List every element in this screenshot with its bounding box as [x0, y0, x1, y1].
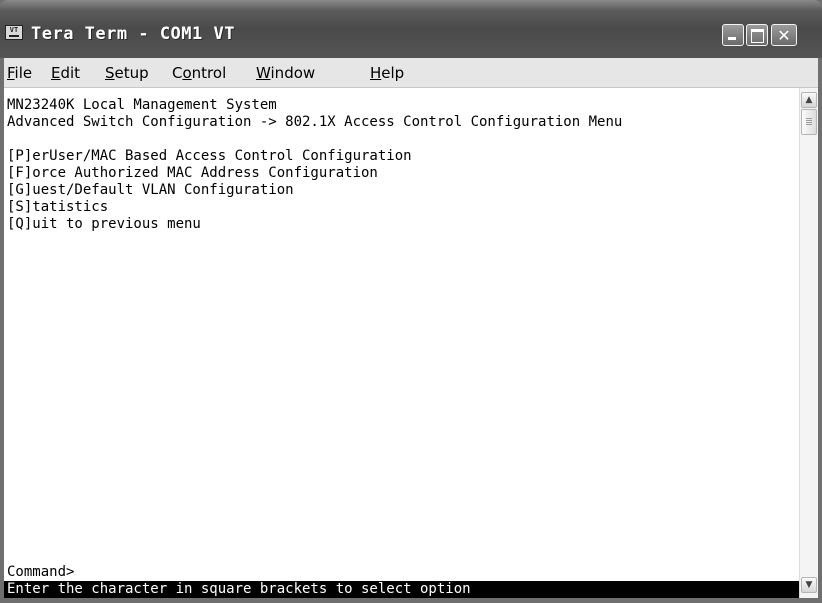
menu-control-prefix: C — [172, 64, 183, 82]
menu-window[interactable]: Window — [256, 64, 315, 82]
teraterm-app-icon[interactable]: VT — [5, 25, 23, 40]
menu-control-label: ntrol — [191, 64, 227, 82]
chevron-down-icon: ▼ — [805, 580, 813, 590]
title-bar[interactable]: VT Tera Term - COM1 VT ✕ — [0, 0, 822, 58]
menu-setup[interactable]: Setup — [105, 64, 149, 82]
scroll-down-button[interactable]: ▼ — [801, 577, 817, 593]
menu-control[interactable]: Control — [172, 64, 226, 82]
menu-option-statistics: [S]tatistics — [7, 199, 109, 215]
menu-option-quit: [Q]uit to previous menu — [7, 216, 201, 232]
menu-help[interactable]: Help — [370, 64, 404, 82]
menu-option-peruser-mac: [P]erUser/MAC Based Access Control Confi… — [7, 148, 412, 164]
scroll-thumb[interactable] — [801, 109, 817, 135]
minimize-button[interactable] — [722, 24, 744, 46]
menu-option-force-authorized: [F]orce Authorized MAC Address Configura… — [7, 165, 378, 181]
status-line: Enter the character in square brackets t… — [4, 581, 799, 598]
close-button[interactable]: ✕ — [771, 24, 797, 46]
scroll-up-button[interactable]: ▲ — [801, 92, 817, 108]
menu-bar: File Edit Setup Control Window Help — [4, 58, 818, 88]
menu-file-mnemonic: F — [7, 64, 15, 82]
terminal-screen[interactable]: MN23240K Local Management System Advance… — [4, 88, 799, 598]
menu-help-mnemonic: H — [370, 64, 382, 82]
vertical-scrollbar[interactable]: ▲ ▼ — [799, 88, 818, 598]
chevron-up-icon: ▲ — [805, 95, 813, 105]
command-prompt[interactable]: Command> — [7, 564, 74, 580]
maximize-icon — [747, 25, 767, 45]
menu-setup-mnemonic: S — [105, 64, 115, 82]
terminal-line-system: MN23240K Local Management System — [7, 97, 277, 113]
menu-option-guest-vlan: [G]uest/Default VLAN Configuration — [7, 182, 294, 198]
menu-edit[interactable]: Edit — [51, 64, 80, 82]
close-icon: ✕ — [777, 26, 791, 45]
menu-window-label: indow — [270, 64, 316, 82]
menu-control-mnemonic: o — [182, 64, 192, 82]
terminal-line-breadcrumb: Advanced Switch Configuration -> 802.1X … — [7, 114, 623, 130]
maximize-button[interactable] — [746, 24, 768, 46]
menu-help-label: elp — [381, 64, 405, 82]
menu-file-label: ile — [14, 64, 33, 82]
menu-edit-label: dit — [60, 64, 81, 82]
teraterm-window: VT Tera Term - COM1 VT ✕ File Edit Setup… — [0, 0, 822, 603]
window-title: Tera Term - COM1 VT — [31, 24, 235, 44]
minimize-icon — [723, 25, 743, 45]
menu-window-mnemonic: W — [256, 64, 271, 82]
menu-file[interactable]: File — [7, 64, 32, 82]
menu-setup-label: etup — [114, 64, 149, 82]
